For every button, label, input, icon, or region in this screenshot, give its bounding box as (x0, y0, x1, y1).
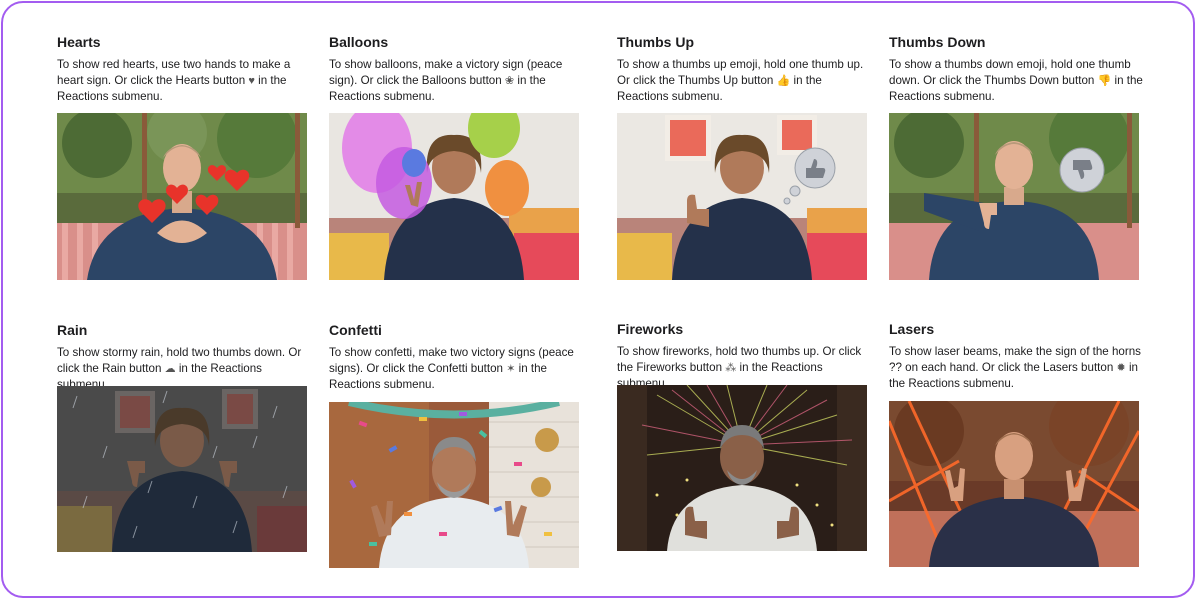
card-title: Thumbs Down (889, 34, 986, 50)
thumbs-down-preview-image (889, 113, 1139, 280)
card-title: Fireworks (617, 321, 684, 337)
thumbs-down-icon: 👎 (1097, 75, 1112, 87)
card-description: To show a thumbs up emoji, hold one thum… (617, 58, 864, 103)
thumbs-up-icon: 👍 (776, 75, 791, 87)
reaction-card-fireworks: Fireworks To show fireworks, hold two th… (617, 320, 877, 392)
rain-preview-image (57, 386, 307, 552)
lasers-icon: ✹ (1116, 362, 1126, 374)
confetti-preview-image (329, 402, 579, 568)
fireworks-icon: ⁂ (725, 362, 737, 374)
reaction-card-balloons: Balloons To show balloons, make a victor… (329, 33, 589, 105)
card-description: To show a thumbs down emoji, hold one th… (889, 58, 1143, 103)
balloons-preview-image (329, 113, 579, 280)
reaction-card-thumbs-up: Thumbs Up To show a thumbs up emoji, hol… (617, 33, 877, 105)
hearts-preview-image (57, 113, 307, 280)
lasers-preview-image (889, 401, 1139, 567)
card-description: To show red hearts, use two hands to mak… (57, 58, 291, 103)
reaction-card-confetti: Confetti To show confetti, make two vict… (329, 321, 589, 393)
card-title: Hearts (57, 34, 101, 50)
card-title: Lasers (889, 321, 935, 337)
card-description: To show balloons, make a victory sign (p… (329, 58, 563, 103)
card-description: To show laser beams, make the sign of th… (889, 345, 1141, 390)
reaction-card-rain: Rain To show stormy rain, hold two thumb… (57, 321, 317, 393)
reaction-card-lasers: Lasers To show laser beams, make the sig… (889, 320, 1149, 392)
thumbs-up-preview-image (617, 113, 867, 280)
reaction-card-hearts: Hearts To show red hearts, use two hands… (57, 33, 317, 105)
card-title: Confetti (329, 322, 382, 338)
reaction-card-thumbs-down: Thumbs Down To show a thumbs down emoji,… (889, 33, 1149, 105)
card-title: Balloons (329, 34, 389, 50)
card-description: To show confetti, make two victory signs… (329, 346, 574, 391)
fireworks-preview-image (617, 385, 867, 551)
rain-cloud-icon: ☁ (164, 363, 176, 375)
balloon-icon: ❀ (504, 75, 515, 87)
card-title: Thumbs Up (617, 34, 694, 50)
card-title: Rain (57, 322, 88, 338)
